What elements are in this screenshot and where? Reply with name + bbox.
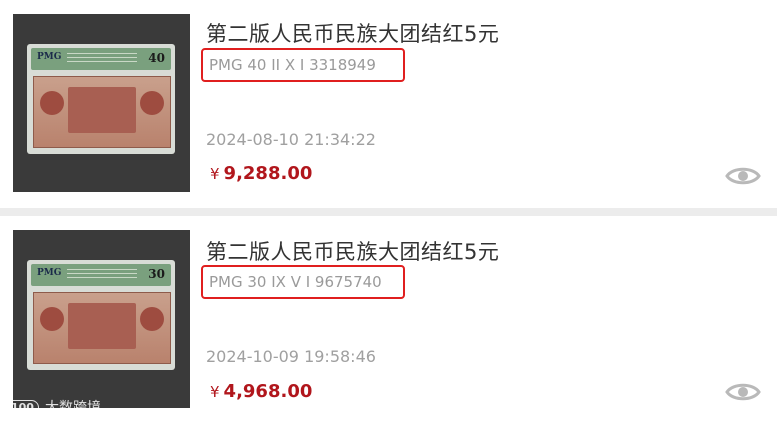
- listing-date: 2024-10-09 19:58:46: [206, 347, 376, 366]
- banknote-seal: [40, 307, 64, 331]
- banknote-center: [68, 87, 136, 133]
- listing-spec: PMG 30 IX V I 9675740: [209, 273, 382, 291]
- currency-symbol: ¥: [210, 165, 220, 183]
- slab-grade: 40: [148, 51, 165, 65]
- watermark: 100 大数跨境: [6, 397, 101, 417]
- eye-icon[interactable]: [725, 380, 761, 404]
- banknote-seal: [140, 307, 164, 331]
- listing-title[interactable]: 第二版人民币民族大团结红5元: [206, 236, 499, 266]
- listing-price: ¥9,288.00: [210, 163, 312, 184]
- listing-card[interactable]: PMG 40 第二版人民币民族大团结红5元 PMG 40 II X I 3318…: [0, 0, 777, 208]
- banknote-thumbnail[interactable]: PMG 30: [13, 230, 190, 408]
- banknote-thumbnail[interactable]: PMG 40: [13, 14, 190, 192]
- price-amount: 9,288.00: [223, 163, 313, 184]
- slab-grade: 30: [148, 267, 165, 281]
- slab-brand: PMG: [37, 268, 62, 278]
- watermark-logo: 100: [6, 399, 39, 415]
- slab-label-text: [67, 269, 137, 281]
- banknote-center: [68, 303, 136, 349]
- listing-price: ¥4,968.00: [210, 381, 312, 402]
- slab-label: PMG 30: [31, 264, 171, 286]
- spec-highlight: PMG 30 IX V I 9675740: [201, 265, 405, 299]
- spec-highlight: PMG 40 II X I 3318949: [201, 48, 405, 82]
- listing-title[interactable]: 第二版人民币民族大团结红5元: [206, 18, 499, 48]
- banknote-seal: [140, 91, 164, 115]
- watermark-text: 大数跨境: [44, 400, 101, 416]
- banknote: [33, 76, 171, 148]
- pmg-slab: PMG 30: [27, 260, 175, 370]
- pmg-slab: PMG 40: [27, 44, 175, 154]
- price-amount: 4,968.00: [223, 381, 313, 402]
- listing-spec: PMG 40 II X I 3318949: [209, 56, 376, 74]
- eye-icon[interactable]: [725, 164, 761, 188]
- slab-brand: PMG: [37, 52, 62, 62]
- slab-label-text: [67, 53, 137, 65]
- currency-symbol: ¥: [210, 383, 220, 401]
- listing-divider: [0, 208, 777, 216]
- listing-date: 2024-08-10 21:34:22: [206, 130, 376, 149]
- listing-card[interactable]: PMG 30 第二版人民币民族大团结红5元 PMG 30 IX V I 9675…: [0, 216, 777, 422]
- banknote-seal: [40, 91, 64, 115]
- banknote: [33, 292, 171, 364]
- slab-label: PMG 40: [31, 48, 171, 70]
